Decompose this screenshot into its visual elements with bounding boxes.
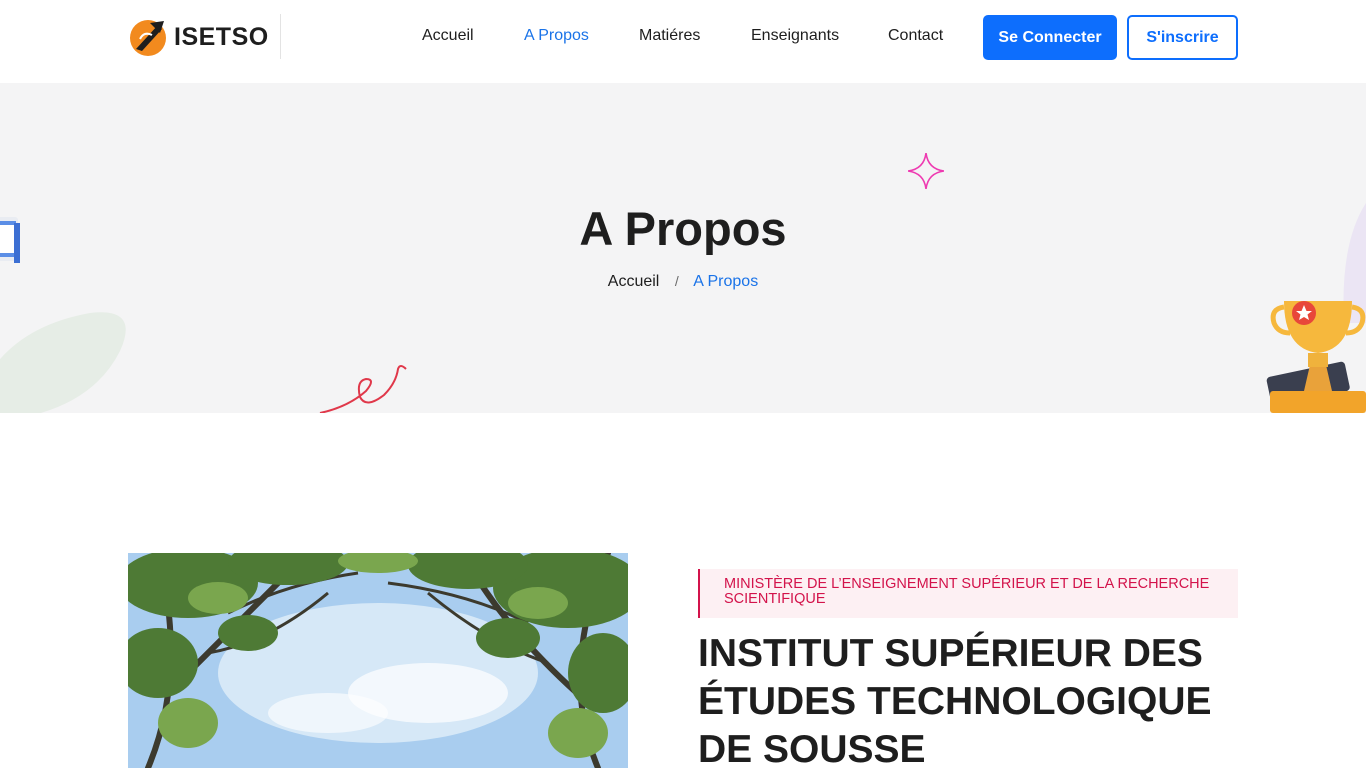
- nav-item-contact[interactable]: Contact: [888, 27, 943, 45]
- page-title: A Propos: [579, 202, 787, 255]
- trophy-icon: [1264, 293, 1366, 413]
- header-divider: [280, 14, 281, 59]
- site-header: ISETSO Accueil A Propos Matiéres Enseign…: [0, 0, 1366, 83]
- campus-photo: [128, 553, 628, 768]
- login-button[interactable]: Se Connecter: [983, 15, 1117, 60]
- squiggle-icon: [318, 361, 410, 413]
- breadcrumb: Accueil / A Propos: [0, 273, 1366, 291]
- breadcrumb-current: A Propos: [693, 273, 759, 290]
- nav-item-accueil[interactable]: Accueil: [422, 27, 474, 45]
- logo-link[interactable]: ISETSO: [128, 16, 269, 58]
- breadcrumb-home-link[interactable]: Accueil: [608, 273, 660, 290]
- nav-item-enseignants[interactable]: Enseignants: [751, 27, 839, 45]
- signup-button[interactable]: S'inscrire: [1127, 15, 1238, 60]
- institute-title: INSTITUT SUPÉRIEUR DES ÉTUDES TECHNOLOGI…: [698, 632, 1212, 771]
- logo-text: ISETSO: [174, 22, 269, 51]
- sparkle-icon: [907, 152, 945, 194]
- nav-item-matieres[interactable]: Matiéres: [639, 27, 700, 45]
- logo-mark-icon: [128, 17, 168, 57]
- ministry-tag: Ministère de l’enseignement supérieur et…: [698, 569, 1238, 618]
- leaf-blob-icon: [0, 311, 130, 413]
- page-banner: A Propos Accueil / A Propos: [0, 83, 1366, 413]
- nav-item-a-propos[interactable]: A Propos: [524, 27, 589, 45]
- breadcrumb-separator: /: [674, 273, 679, 289]
